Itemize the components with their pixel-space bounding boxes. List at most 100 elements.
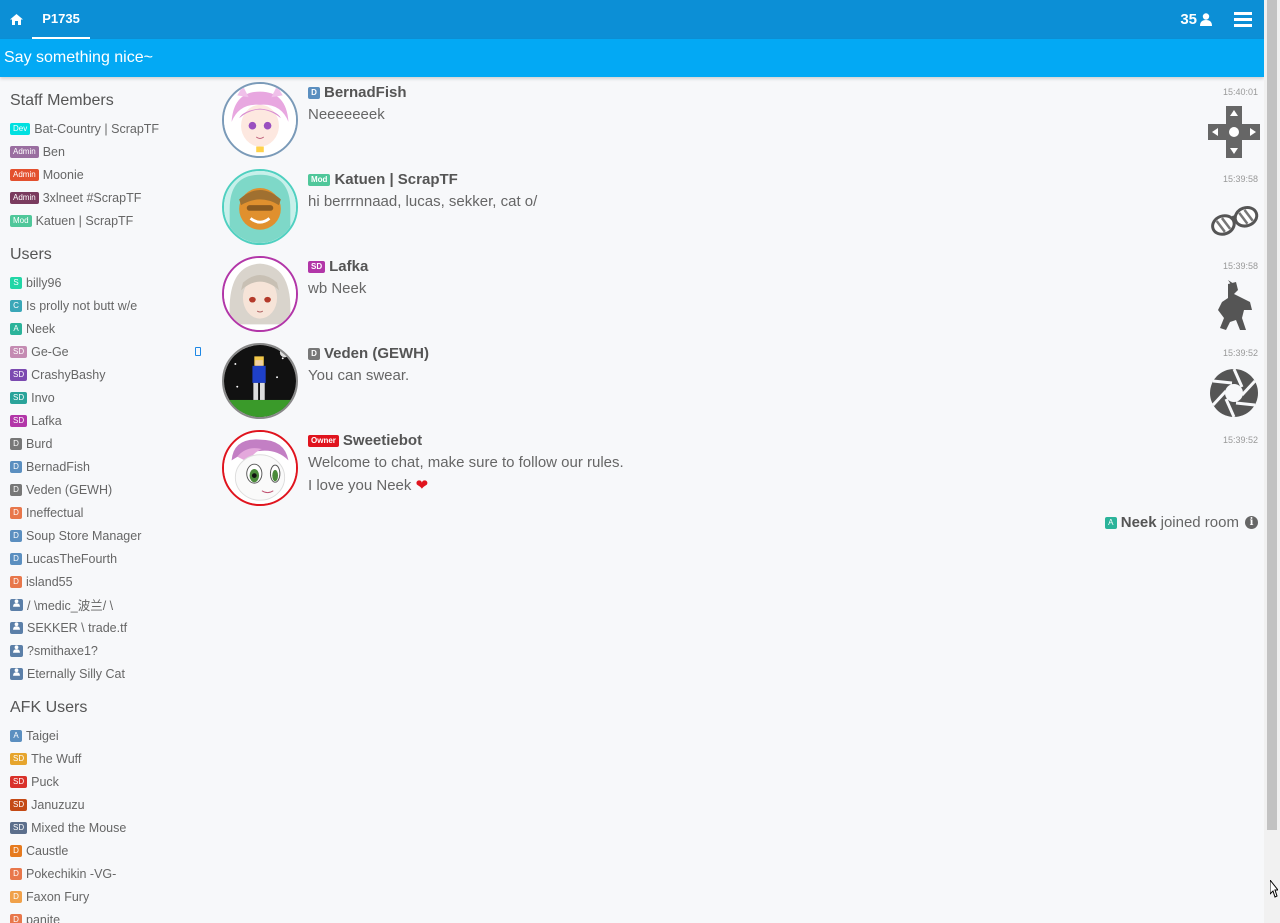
user-list-item[interactable]: Admin 3xlneet #ScrapTF <box>10 186 141 209</box>
menu-button[interactable] <box>1234 0 1252 39</box>
avatar[interactable] <box>222 430 298 506</box>
user-list-item[interactable]: Eternally Silly Cat <box>10 662 125 685</box>
afk-section-title: AFK Users <box>10 699 88 716</box>
user-list-item[interactable]: SEKKER \ trade.tf <box>10 616 127 639</box>
user-name: Veden (GEWH) <box>26 482 113 497</box>
join-notice: A Neek joined room i <box>1104 514 1258 531</box>
avatar[interactable] <box>222 256 298 332</box>
avatar[interactable] <box>222 169 298 245</box>
rank-badge: Admin <box>10 191 39 204</box>
room-tab[interactable]: P1735 <box>32 0 90 39</box>
message-author[interactable]: D BernadFish <box>308 84 407 101</box>
chat-message: SD Lafka wb Neek 15:39:58 <box>222 256 1262 336</box>
user-name: CrashyBashy <box>31 367 106 382</box>
avatar[interactable] <box>222 343 298 419</box>
rank-badge: SD <box>10 368 28 381</box>
user-name: Ge-Ge <box>31 344 69 359</box>
user-list-item[interactable]: D Soup Store Manager <box>10 524 141 547</box>
user-name: Ben <box>42 144 65 159</box>
rank-badge: D <box>10 913 22 923</box>
user-list-item[interactable]: SD Ge-Ge <box>10 340 69 363</box>
user-list-item[interactable]: SD CrashyBashy <box>10 363 105 386</box>
home-icon <box>9 14 23 25</box>
user-list-sidebar: Staff Members Users AFK Users Dev Bat-Cou… <box>0 77 215 923</box>
chat-message: Owner Sweetiebot Welcome to chat, make sur… <box>222 430 1262 510</box>
rank-badge: Admin <box>10 145 39 158</box>
message-text: Neeeeeeek <box>308 106 385 123</box>
rank-badge: S <box>10 276 22 289</box>
user-list-item[interactable]: A Neek <box>10 317 55 340</box>
user-list-item[interactable]: D Ineffectual <box>10 501 83 524</box>
message-timestamp: 15:39:52 <box>1222 348 1258 358</box>
rank-badge: D <box>10 506 22 519</box>
user-list-item[interactable]: D Faxon Fury <box>10 885 89 908</box>
user-badge-icon <box>10 644 23 657</box>
staff-section-title: Staff Members <box>10 92 114 109</box>
user-name: panite <box>26 912 61 923</box>
user-list-item[interactable]: D Caustle <box>10 839 68 862</box>
users-section-title: Users <box>10 246 52 263</box>
horse-rider-icon <box>1218 280 1252 330</box>
rank-badge: D <box>308 347 320 360</box>
home-button[interactable] <box>0 0 32 39</box>
avatar[interactable] <box>222 82 298 158</box>
rank-badge: D <box>10 483 22 496</box>
rank-badge: SD <box>10 414 28 427</box>
user-list-item[interactable]: SD Mixed the Mouse <box>10 816 126 839</box>
user-name: Neek <box>26 321 56 336</box>
user-list-item[interactable]: Admin Moonie <box>10 163 84 186</box>
message-author[interactable]: D Veden (GEWH) <box>308 345 429 362</box>
user-list-item[interactable]: / \medic_波兰/ \ <box>10 593 113 616</box>
rank-badge: Mod <box>10 214 32 227</box>
user-name: Is prolly not butt w/e <box>26 298 138 313</box>
room-topic: Say something nice~ <box>0 39 1264 77</box>
message-author[interactable]: Owner Sweetiebot <box>308 432 422 449</box>
user-count-button[interactable]: 35 <box>1180 0 1212 39</box>
top-bar: P1735 35 <box>0 0 1264 39</box>
info-icon[interactable]: i <box>1245 516 1258 529</box>
user-name: Mixed the Mouse <box>31 820 127 835</box>
user-list-item[interactable]: Mod Katuen | ScrapTF <box>10 209 133 232</box>
rank-badge: SD <box>10 752 28 765</box>
chat-message: D Veden (GEWH) You can swear. 15:39:52 <box>222 343 1262 423</box>
user-list-item[interactable]: D Pokechikin -VG- <box>10 862 116 885</box>
user-name: Lafka <box>31 413 62 428</box>
message-timestamp: 15:40:01 <box>1222 87 1258 97</box>
rank-badge: D <box>308 86 320 99</box>
hamburger-icon <box>1234 12 1252 27</box>
user-list-item[interactable]: D BernadFish <box>10 455 90 478</box>
user-list-item[interactable]: Dpanite <box>10 908 60 923</box>
scrollbar-thumb[interactable] <box>1267 0 1277 830</box>
user-name: Ineffectual <box>26 505 84 520</box>
author-name: Lafka <box>329 258 369 275</box>
user-list-item[interactable]: D Burd <box>10 432 52 455</box>
user-list-item[interactable]: Disland55 <box>10 570 73 593</box>
user-list-item[interactable]: A Taigei <box>10 724 59 747</box>
user-list-item[interactable]: D Veden (GEWH) <box>10 478 112 501</box>
user-list-item[interactable]: D LucasTheFourth <box>10 547 117 570</box>
user-list-item[interactable]: SD Lafka <box>10 409 62 432</box>
message-timestamp: 15:39:58 <box>1222 174 1258 184</box>
user-list-item[interactable]: Admin Ben <box>10 140 65 163</box>
scrollbar[interactable] <box>1264 0 1280 923</box>
sunglasses-icon <box>1211 206 1259 236</box>
user-list-item[interactable]: Dev Bat-Country | ScrapTF <box>10 117 159 140</box>
user-list-item[interactable]: Sbilly96 <box>10 271 61 294</box>
user-list-item[interactable]: SD The Wuff <box>10 747 81 770</box>
chat-message: Mod Katuen | ScrapTF hi berrrnnaad, lucas,… <box>222 169 1262 249</box>
user-name: billy96 <box>26 275 62 290</box>
user-list-item[interactable]: C Is prolly not butt w/e <box>10 294 137 317</box>
message-author[interactable]: Mod Katuen | ScrapTF <box>308 171 458 188</box>
user-badge-icon <box>10 667 23 680</box>
user-list-item[interactable]: SD Invo <box>10 386 55 409</box>
user-name: Taigei <box>26 728 59 743</box>
user-badge-icon <box>10 598 23 611</box>
message-author[interactable]: SD Lafka <box>308 258 368 275</box>
chat-message: D BernadFish Neeeeeeek 15:40:01 <box>222 82 1262 162</box>
user-list-item[interactable]: ?smithaxe1? <box>10 639 98 662</box>
rank-badge: Admin <box>10 168 39 181</box>
user-icon <box>1200 13 1212 26</box>
user-list-item[interactable]: SD Januzuzu <box>10 793 85 816</box>
join-user-name[interactable]: Neek <box>1121 514 1157 531</box>
user-list-item[interactable]: SD Puck <box>10 770 59 793</box>
